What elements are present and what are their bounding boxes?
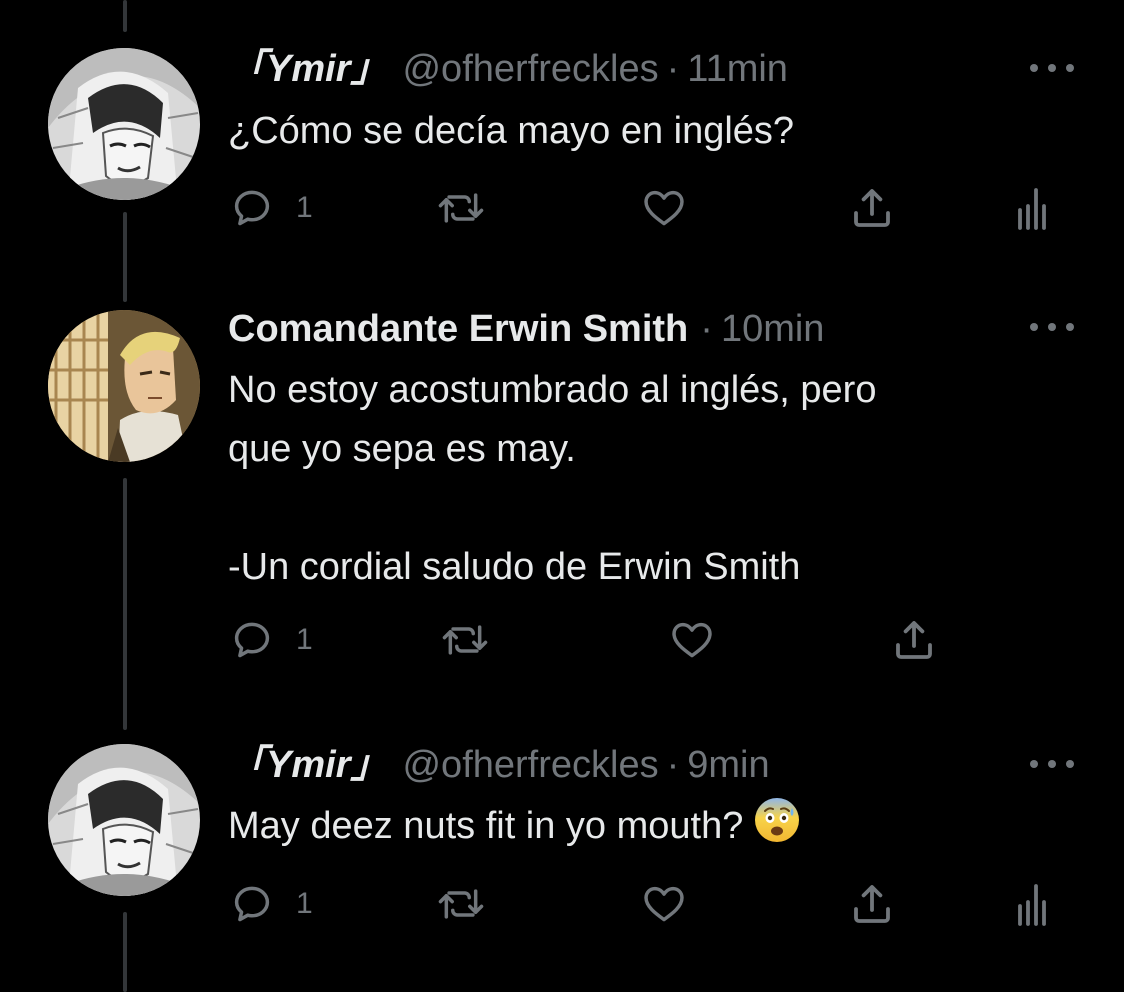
like-button[interactable] [640, 880, 688, 928]
more-options-icon[interactable] [1030, 754, 1074, 774]
tweet-text-line: que yo sepa es may. [228, 428, 576, 470]
reply-icon [234, 886, 270, 922]
tweet-text-content: May deez nuts fit in yo mouth? [228, 805, 744, 847]
heart-icon [672, 622, 712, 658]
retweet-button[interactable] [436, 880, 486, 928]
tweet-actions: 1 [228, 616, 1068, 664]
tweet-actions: 1 [228, 184, 1068, 232]
tweet[interactable]: 「Ymir」 @ofherfreckles · 11min ¿Cómo se d… [0, 0, 1124, 260]
tweet-header: Comandante Erwin Smith · 10min [228, 304, 824, 354]
timestamp[interactable]: 11min [687, 44, 788, 94]
tweet-text-line: -Un cordial saludo de Erwin Smith [228, 546, 801, 588]
share-icon [854, 885, 890, 923]
user-handle[interactable]: @ofherfreckles [402, 44, 658, 94]
display-name[interactable]: 「Ymir」 [228, 740, 388, 790]
reply-button[interactable]: 1 [230, 880, 313, 928]
analytics-button[interactable] [1016, 184, 1048, 232]
tweet-text-line: May deez nuts fit in yo mouth? [228, 796, 801, 862]
retweet-button[interactable] [436, 184, 486, 232]
separator: · [666, 744, 680, 786]
tweet[interactable]: 「Ymir」 @ofherfreckles · 9min May deez nu… [0, 700, 1124, 992]
like-button[interactable] [640, 184, 688, 232]
heart-icon [644, 190, 684, 226]
avatar[interactable] [48, 744, 200, 896]
timestamp[interactable]: 9min [687, 740, 769, 790]
share-button[interactable] [848, 184, 896, 232]
tweet[interactable]: Comandante Erwin Smith · 10min No estoy … [0, 260, 1124, 700]
share-button[interactable] [890, 616, 938, 664]
retweet-icon [442, 625, 488, 655]
tweet-text: No estoy acostumbrado al inglés, pero qu… [228, 361, 876, 597]
tweet-text: ¿Cómo se decía mayo en inglés? [228, 102, 794, 161]
retweet-icon [438, 193, 484, 223]
reply-button[interactable]: 1 [230, 616, 313, 664]
reply-count: 1 [296, 191, 313, 224]
share-icon [896, 621, 932, 659]
tweet-text-line: No estoy acostumbrado al inglés, pero [228, 369, 877, 411]
retweet-button[interactable] [440, 616, 490, 664]
reply-button[interactable]: 1 [230, 184, 313, 232]
reply-icon [234, 190, 270, 226]
reply-count: 1 [296, 887, 313, 920]
separator: · [666, 48, 680, 90]
analytics-icon [1018, 884, 1046, 926]
timestamp[interactable]: 10min [721, 304, 825, 354]
more-options-icon[interactable] [1030, 317, 1074, 337]
analytics-icon [1018, 188, 1046, 230]
anxious-face-with-sweat-icon [753, 796, 801, 862]
heart-icon [644, 886, 684, 922]
tweet-header: 「Ymir」 @ofherfreckles · 9min [228, 740, 770, 790]
more-options-icon[interactable] [1030, 58, 1074, 78]
like-button[interactable] [668, 616, 716, 664]
user-handle[interactable]: @ofherfreckles [402, 740, 658, 790]
avatar[interactable] [48, 48, 200, 200]
tweet-text: May deez nuts fit in yo mouth? [228, 796, 801, 862]
avatar[interactable] [48, 310, 200, 462]
display-name[interactable]: 「Ymir」 [228, 44, 388, 94]
share-icon [854, 189, 890, 227]
tweet-actions: 1 [228, 880, 1068, 928]
share-button[interactable] [848, 880, 896, 928]
tweet-header: 「Ymir」 @ofherfreckles · 11min [228, 44, 788, 94]
retweet-icon [438, 889, 484, 919]
tweet-text-line: ¿Cómo se decía mayo en inglés? [228, 110, 795, 152]
display-name[interactable]: Comandante Erwin Smith [228, 304, 688, 354]
separator: · [700, 308, 713, 350]
analytics-button[interactable] [1016, 880, 1048, 928]
reply-icon [234, 622, 270, 658]
reply-count: 1 [296, 623, 313, 656]
